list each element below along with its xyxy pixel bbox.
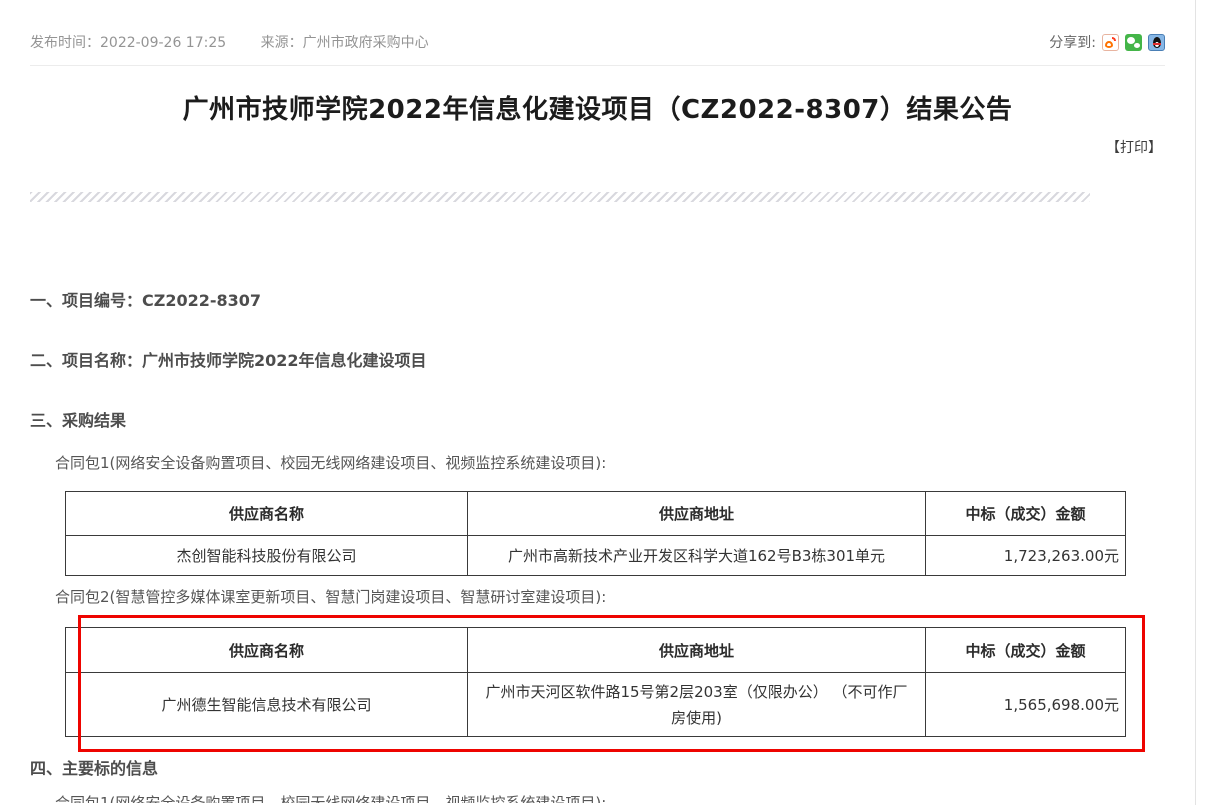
wechat-bubble-small-shape: [1134, 43, 1140, 48]
clipped-bottom-line: 合同包1(网络安全设备购置项目、校园无线网络建设项目、视频监控系统建设项目):: [30, 793, 1195, 803]
supplier-address-cell: 广州市高新技术产业开发区科学大道162号B3栋301单元: [468, 536, 926, 576]
share-label: 分享到:: [1049, 32, 1096, 52]
meta-bar: 发布时间：2022-09-26 17:25 来源：广州市政府采购中心 分享到:: [30, 0, 1165, 66]
col-header-award-amount: 中标（成交）金额: [926, 628, 1126, 673]
award-amount-cell: 1,565,698.00元: [926, 673, 1126, 737]
announcement-page: 发布时间：2022-09-26 17:25 来源：广州市政府采购中心 分享到: …: [0, 0, 1196, 805]
col-header-award-amount: 中标（成交）金额: [926, 492, 1126, 536]
section-main-subject-info: 四、主要标的信息: [30, 760, 1195, 777]
section-project-name: 二、项目名称：广州市技师学院2022年信息化建设项目: [30, 352, 1195, 369]
wechat-icon[interactable]: [1125, 34, 1142, 51]
share-bar: 分享到:: [1049, 32, 1165, 52]
package1-intro-repeat: 合同包1(网络安全设备购置项目、校园无线网络建设项目、视频监控系统建设项目):: [55, 793, 1195, 803]
section-project-number: 一、项目编号：CZ2022-8307: [30, 292, 1195, 309]
qq-scarf-shape: [1153, 43, 1161, 45]
source: 来源：广州市政府采购中心: [261, 32, 429, 52]
publish-time: 发布时间：2022-09-26 17:25: [30, 32, 226, 52]
table-row: 杰创智能科技股份有限公司 广州市高新技术产业开发区科学大道162号B3栋301单…: [66, 536, 1126, 576]
supplier-name-cell: 杰创智能科技股份有限公司: [66, 536, 468, 576]
col-header-supplier-name: 供应商名称: [66, 628, 468, 673]
table-header-row: 供应商名称 供应商地址 中标（成交）金额: [66, 628, 1126, 673]
supplier-name-cell: 广州德生智能信息技术有限公司: [66, 673, 468, 737]
table-header-row: 供应商名称 供应商地址 中标（成交）金额: [66, 492, 1126, 536]
qq-icon[interactable]: [1148, 34, 1165, 51]
supplier-address-cell: 广州市天河区软件路15号第2层203室（仅限办公） （不可作厂房使用): [468, 673, 926, 737]
weibo-icon[interactable]: [1102, 34, 1119, 51]
col-header-supplier-address: 供应商地址: [468, 492, 926, 536]
wechat-bubble-shape: [1127, 37, 1135, 44]
section-procurement-result: 三、采购结果: [30, 412, 1195, 429]
print-row: 【打印】: [0, 138, 1195, 158]
col-header-supplier-address: 供应商地址: [468, 628, 926, 673]
hatched-divider: [30, 192, 1090, 202]
weibo-spark-shape: [1112, 37, 1116, 41]
meta-info: 发布时间：2022-09-26 17:25 来源：广州市政府采购中心: [30, 32, 429, 52]
page-title: 广州市技师学院2022年信息化建设项目（CZ2022-8307）结果公告: [0, 92, 1195, 128]
package2-highlighted-area: 供应商名称 供应商地址 中标（成交）金额 广州德生智能信息技术有限公司 广州市天…: [0, 627, 1196, 737]
package1-result-table: 供应商名称 供应商地址 中标（成交）金额 杰创智能科技股份有限公司 广州市高新技…: [65, 491, 1126, 576]
package2-intro: 合同包2(智慧管控多媒体课室更新项目、智慧门岗建设项目、智慧研讨室建设项目):: [55, 587, 1195, 608]
package2-result-table: 供应商名称 供应商地址 中标（成交）金额 广州德生智能信息技术有限公司 广州市天…: [65, 627, 1126, 737]
col-header-supplier-name: 供应商名称: [66, 492, 468, 536]
package1-intro: 合同包1(网络安全设备购置项目、校园无线网络建设项目、视频监控系统建设项目):: [55, 453, 1195, 474]
award-amount-cell: 1,723,263.00元: [926, 536, 1126, 576]
weibo-eye-shape: [1105, 41, 1113, 48]
print-button[interactable]: 【打印】: [1106, 140, 1162, 156]
table-row: 广州德生智能信息技术有限公司 广州市天河区软件路15号第2层203室（仅限办公）…: [66, 673, 1126, 737]
